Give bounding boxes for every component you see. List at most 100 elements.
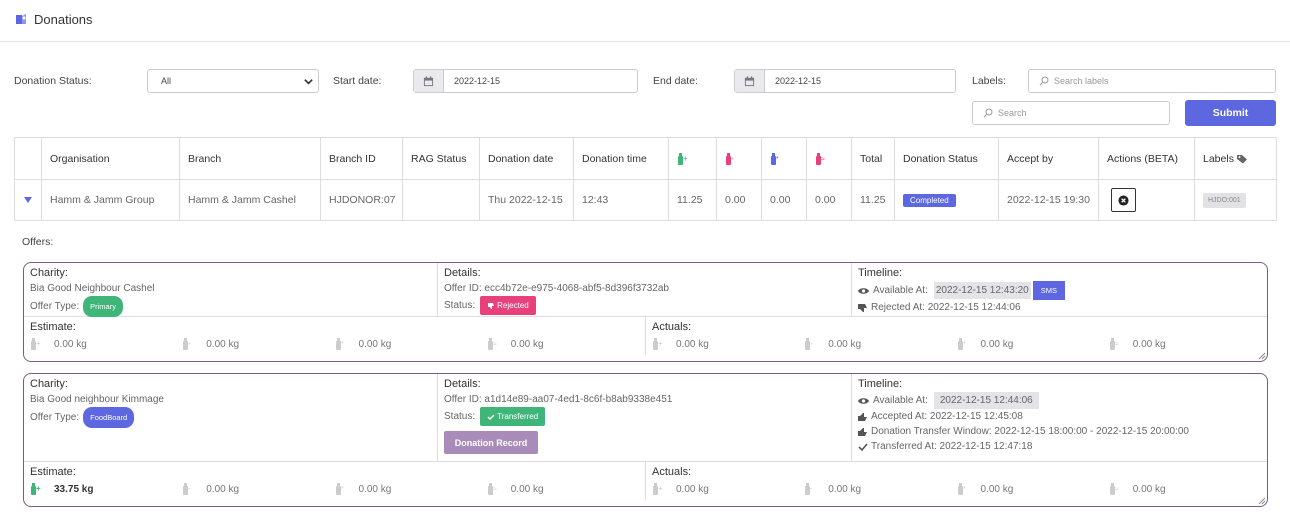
frozen-icon: *: [957, 337, 981, 351]
svg-text:≈: ≈: [493, 486, 497, 493]
donations-table: Organisation Branch Branch ID RAG Status…: [14, 137, 1277, 221]
cell-accept-by: 2022-12-15 19:30: [999, 180, 1099, 220]
check-icon: [858, 442, 868, 451]
rejected-at: Rejected At: 2022-12-15 12:44:06: [871, 302, 1021, 313]
svg-text:-: -: [188, 484, 191, 493]
actual-hot: 0.00 kg: [1132, 483, 1166, 495]
offer-type-label: Offer Type:: [30, 412, 80, 423]
start-date-value: 2022-12-15: [454, 76, 501, 86]
page-title: Donations: [34, 12, 93, 27]
header-rag-status: RAG Status: [403, 138, 480, 179]
estimate-heading: Estimate:: [30, 466, 76, 478]
search-input[interactable]: Search: [972, 101, 1170, 125]
offer-type-pill: Primary: [83, 296, 123, 317]
header-chilled-icon: -: [717, 138, 762, 179]
end-date-field[interactable]: 2022-12-15: [734, 69, 956, 93]
header-branch-id: Branch ID: [321, 138, 403, 179]
eye-icon: [858, 287, 869, 294]
cell-actions: [1099, 180, 1195, 220]
svg-text:+: +: [658, 339, 663, 348]
svg-text:≈: ≈: [1115, 341, 1119, 348]
offer-type-pill: FoodBoard: [83, 407, 135, 428]
timeline-section: Timeline: Available At: 2022-12-15 12:44:…: [852, 374, 1267, 461]
frozen-icon: *: [957, 482, 981, 496]
available-label: Available At:: [873, 395, 928, 406]
offer-type-label: Offer Type:: [30, 301, 80, 312]
cell-frozen: 0.00: [762, 180, 807, 220]
chilled-icon: -: [804, 482, 828, 496]
svg-text:-: -: [810, 484, 813, 493]
header-branch: Branch: [180, 138, 321, 179]
expand-toggle[interactable]: [15, 180, 42, 220]
frozen-icon: *: [335, 337, 359, 351]
chilled-icon: -: [182, 482, 206, 496]
donations-logo-icon: [16, 14, 26, 24]
actual-frozen: 0.00 kg: [980, 338, 1014, 350]
offer-card: Charity: Bia Good neighbour Kimmage Offe…: [23, 373, 1268, 507]
charity-heading: Charity:: [30, 267, 68, 279]
submit-button[interactable]: Submit: [1185, 100, 1276, 126]
header-donation-status: Donation Status: [895, 138, 999, 179]
donation-status-value: All: [161, 76, 172, 86]
header-actions: Actions (BETA): [1099, 138, 1195, 179]
cell-rag-status: [403, 180, 480, 220]
cancel-donation-button[interactable]: [1111, 188, 1136, 212]
actual-ambient: 0.00 kg: [676, 483, 709, 495]
svg-text:+: +: [683, 154, 688, 163]
status-badge: Completed: [903, 193, 956, 207]
hot-icon: ≈: [487, 337, 511, 351]
actuals-section: Actuals: +0.00 kg - 0.00 kg * 0.00 kg ≈0.0…: [646, 462, 1267, 500]
estimate-section: Estimate: +0.00 kg - 0.00 kg * 0.00 kg ≈0.…: [24, 317, 646, 355]
start-date-field[interactable]: 2022-12-15: [413, 69, 638, 93]
status-text: Transferred: [497, 412, 539, 421]
donation-status-label: Donation Status:: [14, 75, 92, 87]
actual-chilled: 0.00 kg: [828, 483, 862, 495]
estimate-ambient: 33.75 kg: [54, 483, 94, 495]
label-chip[interactable]: HJDO:001: [1203, 192, 1246, 208]
available-time: 2022-12-15 12:43:20: [933, 282, 1031, 299]
estimate-hot: 0.00 kg: [510, 483, 544, 495]
search-icon: [983, 108, 993, 118]
details-section: Details: Offer ID: a1d14e89-aa07-4ed1-8c…: [438, 374, 852, 461]
actual-hot: 0.00 kg: [1132, 338, 1166, 350]
cell-donation-status: Completed: [895, 180, 999, 220]
close-circle-icon: [1118, 194, 1129, 206]
estimate-chilled: 0.00 kg: [206, 338, 240, 350]
estimate-frozen: 0.00 kg: [358, 338, 392, 350]
svg-text:-: -: [810, 339, 813, 348]
svg-text:≈: ≈: [821, 156, 825, 163]
estimate-hot: 0.00 kg: [510, 338, 544, 350]
estimate-frozen: 0.00 kg: [358, 483, 392, 495]
header-ambient-icon: +: [669, 138, 717, 179]
eye-icon: [858, 397, 869, 404]
thumbs-up-icon: [858, 412, 867, 421]
donation-record-button[interactable]: Donation Record: [444, 431, 538, 454]
ambient-icon: +: [652, 337, 676, 351]
charity-heading: Charity:: [30, 378, 68, 390]
thumbs-down-icon: [858, 303, 867, 312]
table-row: Hamm & Jamm Group Hamm & Jamm Cashel HJD…: [15, 180, 1276, 220]
svg-text:*: *: [963, 486, 966, 493]
timeline-section: Timeline: Available At: 2022-12-15 12:43:…: [852, 263, 1267, 316]
header-expand: [15, 138, 42, 179]
actuals-heading: Actuals:: [652, 466, 692, 478]
header-accept-by: Accept by: [999, 138, 1099, 179]
estimate-ambient: 0.00 kg: [54, 338, 87, 350]
resize-handle-icon[interactable]: [1258, 497, 1266, 505]
cell-total: 11.25: [852, 180, 895, 220]
cell-labels: HJDO:001: [1195, 180, 1276, 220]
search-labels-placeholder: Search labels: [1054, 76, 1109, 86]
cell-chilled: 0.00: [717, 180, 762, 220]
search-icon: [1039, 76, 1049, 86]
chilled-icon: -: [804, 337, 828, 351]
donation-status-select[interactable]: All: [147, 69, 319, 93]
status-label: Status:: [444, 411, 476, 422]
details-heading: Details:: [444, 267, 481, 279]
end-date-value: 2022-12-15: [775, 76, 822, 86]
cell-branch-id: HJDONOR:07: [321, 180, 403, 220]
header-total: Total: [852, 138, 895, 179]
search-labels-input[interactable]: Search labels: [1028, 69, 1276, 93]
available-time: 2022-12-15 12:44:06: [933, 392, 1039, 409]
status-badge: Rejected: [480, 296, 536, 315]
resize-handle-icon[interactable]: [1258, 352, 1266, 360]
